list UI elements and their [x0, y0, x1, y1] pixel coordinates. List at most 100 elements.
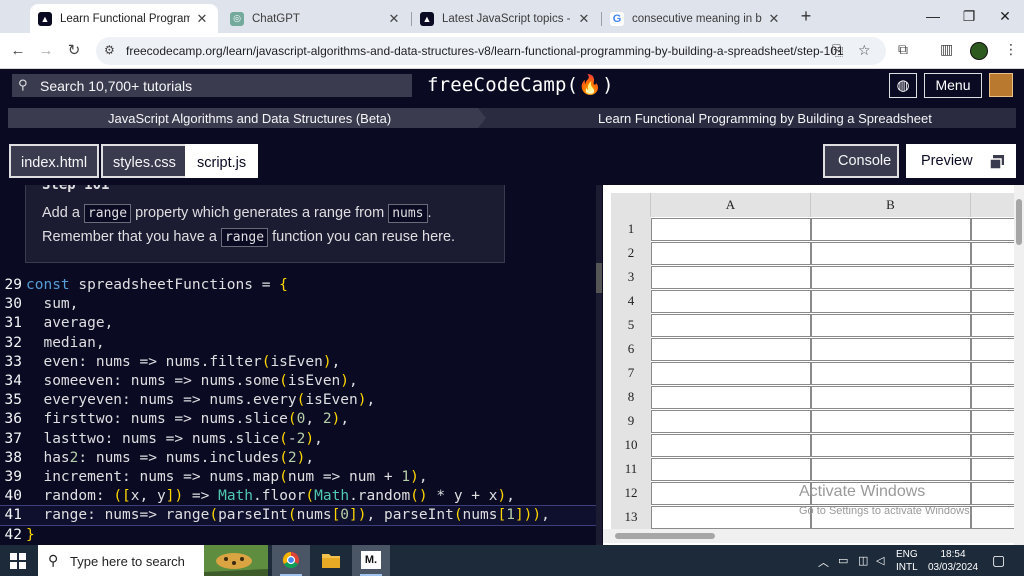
- volume-icon[interactable]: ◁: [876, 554, 884, 567]
- spreadsheet-cell[interactable]: [651, 314, 811, 337]
- taskbar-search-box[interactable]: ⚲ Type here to search: [38, 545, 268, 576]
- close-tab-icon[interactable]: ✕: [576, 11, 592, 27]
- code-text[interactable]: median,: [26, 334, 104, 353]
- address-bar[interactable]: ⚙ freecodecamp.org/learn/javascript-algo…: [96, 37, 886, 65]
- spreadsheet-cell[interactable]: [651, 458, 811, 481]
- browser-tab-google[interactable]: G consecutive meaning in bengali ✕: [602, 4, 790, 33]
- spreadsheet-cell[interactable]: [651, 242, 811, 265]
- code-line[interactable]: 30 sum,: [0, 295, 600, 314]
- spreadsheet-cell[interactable]: [651, 266, 811, 289]
- spreadsheet-cell[interactable]: [651, 386, 811, 409]
- editor-scrollbar[interactable]: [596, 185, 602, 545]
- url-text[interactable]: freecodecamp.org/learn/javascript-algori…: [126, 44, 844, 58]
- code-text[interactable]: lasttwo: nums => nums.slice(-2),: [26, 430, 322, 449]
- spreadsheet-cell[interactable]: [651, 218, 811, 241]
- system-clock[interactable]: 18:54 03/03/2024: [928, 548, 978, 574]
- code-line[interactable]: 37 lasttwo: nums => nums.slice(-2),: [0, 430, 600, 449]
- code-line[interactable]: 33 even: nums => nums.filter(isEven),: [0, 353, 600, 372]
- spreadsheet-cell[interactable]: [811, 410, 971, 433]
- spreadsheet-cell[interactable]: [811, 434, 971, 457]
- taskbar-m-app[interactable]: M.: [352, 545, 390, 576]
- minimize-icon[interactable]: —: [914, 0, 952, 33]
- code-line[interactable]: 40 random: ([x, y]) => Math.floor(Math.r…: [0, 487, 600, 506]
- back-arrow-icon[interactable]: ←: [6, 39, 30, 63]
- file-tab-index-html[interactable]: index.html: [9, 144, 100, 178]
- window-close-icon[interactable]: ✕: [986, 0, 1024, 33]
- restore-icon[interactable]: ❐: [950, 0, 988, 33]
- code-text[interactable]: firsttwo: nums => nums.slice(0, 2),: [26, 410, 349, 429]
- preview-button[interactable]: Preview: [906, 144, 1016, 178]
- windows-start-icon[interactable]: [10, 553, 26, 569]
- reload-icon[interactable]: ↻: [62, 39, 86, 63]
- spreadsheet-cell[interactable]: [651, 362, 811, 385]
- code-text[interactable]: everyeven: nums => nums.every(isEven),: [26, 391, 375, 410]
- forward-arrow-icon[interactable]: →: [34, 39, 58, 63]
- spreadsheet-cell[interactable]: [811, 458, 971, 481]
- spreadsheet-cell[interactable]: [651, 290, 811, 313]
- editor-scrollbar-thumb[interactable]: [596, 263, 602, 293]
- spreadsheet-cell[interactable]: [651, 434, 811, 457]
- spreadsheet-cell[interactable]: [811, 218, 971, 241]
- spreadsheet-cell[interactable]: [811, 290, 971, 313]
- spreadsheet-cell[interactable]: [811, 314, 971, 337]
- tutorial-search-input[interactable]: ⚲ Search 10,700+ tutorials: [12, 74, 412, 97]
- code-line[interactable]: 42}: [0, 526, 600, 545]
- taskbar-chrome[interactable]: [272, 545, 310, 576]
- code-text[interactable]: someeven: nums => nums.some(isEven),: [26, 372, 357, 391]
- code-line[interactable]: 36 firsttwo: nums => nums.slice(0, 2),: [0, 410, 600, 429]
- close-tab-icon[interactable]: ✕: [766, 11, 782, 27]
- code-line[interactable]: 34 someeven: nums => nums.some(isEven),: [0, 372, 600, 391]
- code-line[interactable]: 35 everyeven: nums => nums.every(isEven)…: [0, 391, 600, 410]
- code-line[interactable]: 38 has2: nums => nums.includes(2),: [0, 449, 600, 468]
- code-text[interactable]: has2: nums => nums.includes(2),: [26, 449, 314, 468]
- code-text[interactable]: even: nums => nums.filter(isEven),: [26, 353, 340, 372]
- close-tab-icon[interactable]: ✕: [386, 11, 402, 27]
- file-tab-styles-css[interactable]: styles.css: [101, 144, 188, 178]
- close-tab-icon[interactable]: ✕: [194, 11, 210, 27]
- side-panel-icon[interactable]: ▥: [940, 41, 953, 58]
- browser-tab-js-topics[interactable]: ▲ Latest JavaScript topics - The fr ✕: [412, 4, 600, 33]
- spreadsheet-cell[interactable]: [811, 386, 971, 409]
- install-app-icon[interactable]: ⎘: [832, 42, 843, 59]
- site-info-icon[interactable]: ⚙: [104, 43, 115, 57]
- browser-tab-chatgpt[interactable]: ◎ ChatGPT ✕: [222, 4, 410, 33]
- spreadsheet-cell[interactable]: [651, 506, 811, 529]
- spreadsheet-cell[interactable]: [811, 242, 971, 265]
- browser-menu-kebab-icon[interactable]: ⋮: [1004, 41, 1018, 58]
- console-button[interactable]: Console: [823, 144, 899, 178]
- menu-button[interactable]: Menu: [924, 73, 982, 98]
- code-editor-pane[interactable]: Step 101 Add a range property which gene…: [0, 185, 603, 545]
- camera-icon[interactable]: ◫: [858, 554, 868, 567]
- code-line[interactable]: 32 median,: [0, 334, 600, 353]
- breadcrumb-superblock-label[interactable]: JavaScript Algorithms and Data Structure…: [108, 111, 391, 126]
- breadcrumb-block-label[interactable]: Learn Functional Programming by Building…: [598, 111, 932, 126]
- network-icon[interactable]: ▭: [838, 554, 848, 567]
- preview-vertical-scroll-thumb[interactable]: [1016, 199, 1022, 245]
- user-avatar[interactable]: [989, 73, 1013, 97]
- code-text[interactable]: const spreadsheetFunctions = {: [26, 276, 288, 295]
- file-tab-script-js[interactable]: script.js: [185, 144, 259, 178]
- code-line[interactable]: 29 const spreadsheetFunctions = {: [0, 276, 600, 295]
- spreadsheet-cell[interactable]: [651, 338, 811, 361]
- code-line[interactable]: 31 average,: [0, 314, 600, 333]
- code-text[interactable]: sum,: [26, 295, 78, 314]
- code-text[interactable]: random: ([x, y]) => Math.floor(Math.rand…: [26, 487, 515, 506]
- language-globe-icon[interactable]: ◍: [889, 73, 917, 98]
- bookmark-star-icon[interactable]: ☆: [858, 42, 871, 59]
- spreadsheet-cell[interactable]: [651, 410, 811, 433]
- freecodecamp-logo[interactable]: freeCodeCamp(🔥): [427, 73, 614, 96]
- spreadsheet-cell[interactable]: [811, 362, 971, 385]
- code-text[interactable]: increment: nums => nums.map(num => num +…: [26, 468, 427, 487]
- show-hidden-icons-chevron-icon[interactable]: ︿: [818, 554, 829, 570]
- code-line[interactable]: 41 range: nums=> range(parseInt(nums[0])…: [0, 505, 601, 527]
- taskbar-file-explorer[interactable]: [312, 545, 350, 576]
- code-text[interactable]: average,: [26, 314, 113, 333]
- preview-horizontal-scroll-thumb[interactable]: [615, 533, 715, 539]
- language-indicator[interactable]: ENG INTL: [896, 548, 918, 574]
- profile-avatar-icon[interactable]: [970, 42, 988, 60]
- notifications-icon[interactable]: ▢: [992, 552, 1005, 569]
- spreadsheet-cell[interactable]: [811, 338, 971, 361]
- extensions-puzzle-icon[interactable]: ⧉: [898, 41, 908, 58]
- code-line[interactable]: 39 increment: nums => nums.map(num => nu…: [0, 468, 600, 487]
- browser-tab-freecodecamp[interactable]: ▲ Learn Functional Programming ✕: [30, 4, 218, 33]
